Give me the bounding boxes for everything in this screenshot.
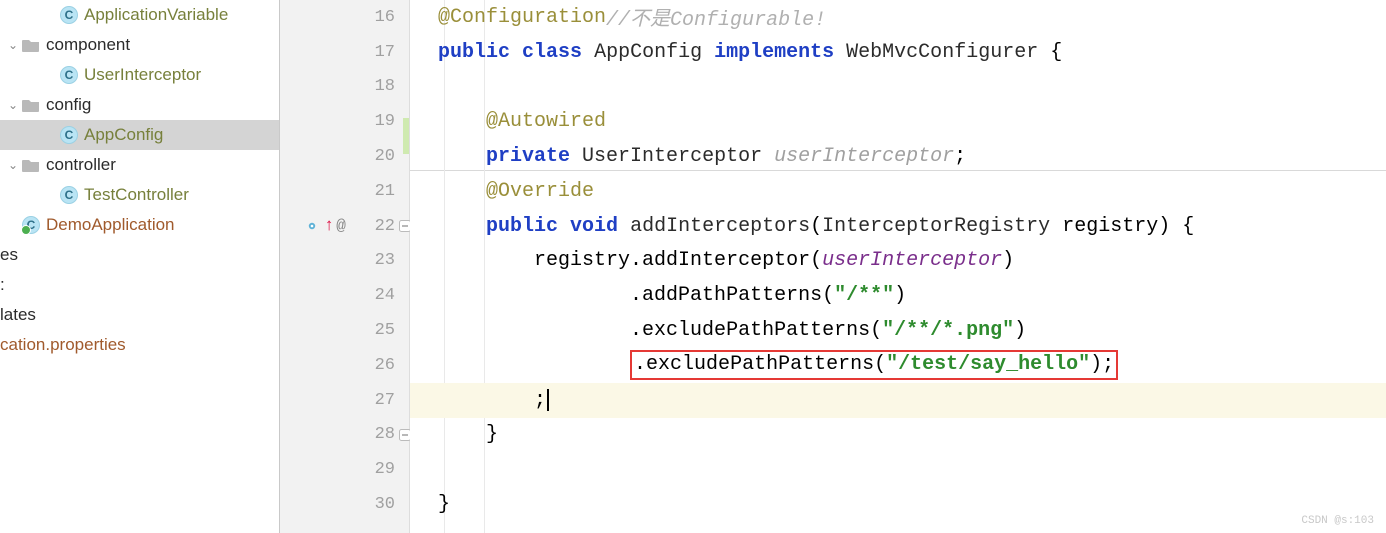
line-number: 17	[375, 43, 395, 62]
line-number: 18	[375, 77, 395, 96]
tree-item-truncated[interactable]: :	[0, 270, 279, 300]
gutter-line[interactable]: 16	[280, 0, 409, 35]
tree-item-label: component	[46, 35, 130, 55]
annotation: @Configuration	[438, 6, 606, 29]
folder-icon	[22, 158, 40, 172]
tree-folder[interactable]: ⌄ controller	[0, 150, 279, 180]
tree-class[interactable]: C TestController	[0, 180, 279, 210]
code-line: public void addInterceptors(InterceptorR…	[410, 209, 1386, 244]
class-icon: C	[60, 6, 78, 24]
tree-item-truncated[interactable]: lates	[0, 300, 279, 330]
code-line	[410, 70, 1386, 105]
gutter-line[interactable]: 19	[280, 104, 409, 139]
tree-item-label: DemoApplication	[46, 215, 175, 235]
code-line: @Configuration//不是Configurable!	[410, 0, 1386, 35]
gutter-line[interactable]: 30	[280, 487, 409, 522]
tree-class[interactable]: C DemoApplication	[0, 210, 279, 240]
text-cursor	[547, 389, 549, 411]
tree-item-label: TestController	[84, 185, 189, 205]
code-line: .addPathPatterns("/**")	[410, 278, 1386, 313]
line-number: 25	[375, 321, 395, 340]
gutter-line[interactable]: 28	[280, 418, 409, 453]
ide-root: C ApplicationVariable ⌄ component C UserInter…	[0, 0, 1386, 533]
code-line: }	[410, 418, 1386, 453]
gutter-line[interactable]: ↑@ 22	[280, 209, 409, 244]
tree-class[interactable]: C UserInterceptor	[0, 60, 279, 90]
tree-item-label: controller	[46, 155, 116, 175]
class-icon: C	[60, 186, 78, 204]
gutter-line[interactable]: 25	[280, 313, 409, 348]
tree-item-label: AppConfig	[84, 125, 163, 145]
code-line: }	[410, 487, 1386, 522]
line-number: 27	[375, 391, 395, 410]
chevron-down-icon: ⌄	[6, 158, 20, 172]
tree-item-label: UserInterceptor	[84, 65, 201, 85]
gutter-line[interactable]: 21	[280, 174, 409, 209]
code-line: private UserInterceptor userInterceptor;	[410, 139, 1386, 174]
gutter-line[interactable]: 23	[280, 244, 409, 279]
tree-item-label: es	[0, 245, 18, 265]
project-tree[interactable]: C ApplicationVariable ⌄ component C UserInter…	[0, 0, 280, 533]
tree-class[interactable]: C ApplicationVariable	[0, 0, 279, 30]
gutter-line[interactable]: 26	[280, 348, 409, 383]
line-number: 16	[375, 8, 395, 27]
line-number: 19	[375, 112, 395, 131]
gutter-line[interactable]: 24	[280, 278, 409, 313]
code-editor[interactable]: @Configuration//不是Configurable! public c…	[410, 0, 1386, 533]
line-number: 24	[375, 286, 395, 305]
annotation: @Override	[486, 180, 594, 203]
code-line: @Autowired	[410, 104, 1386, 139]
gutter-line[interactable]: 18	[280, 70, 409, 105]
highlighted-code-box: .excludePathPatterns("/test/say_hello");	[630, 350, 1118, 380]
tree-folder[interactable]: ⌄ component	[0, 30, 279, 60]
code-line	[410, 452, 1386, 487]
tree-item-label: lates	[0, 305, 36, 325]
code-line: public class AppConfig implements WebMvc…	[410, 35, 1386, 70]
line-number: 20	[375, 147, 395, 166]
gutter-line[interactable]: 27	[280, 383, 409, 418]
line-number: 28	[375, 425, 395, 444]
code-line: registry.addInterceptor(userInterceptor)	[410, 244, 1386, 279]
class-icon: C	[22, 216, 40, 234]
folder-icon	[22, 98, 40, 112]
code-line: .excludePathPatterns("/**/*.png")	[410, 313, 1386, 348]
watermark: CSDN @s:103	[1301, 515, 1374, 527]
chevron-down-icon: ⌄	[6, 98, 20, 112]
folder-icon	[22, 38, 40, 52]
code-line: @Override	[410, 174, 1386, 209]
annotation: @Autowired	[486, 110, 606, 133]
code-line-current: ;	[410, 383, 1386, 418]
gutter-line[interactable]: 20	[280, 139, 409, 174]
tree-item-truncated[interactable]: cation.properties	[0, 330, 279, 360]
tree-item-label: cation.properties	[0, 335, 126, 355]
class-icon: C	[60, 66, 78, 84]
line-number: 30	[375, 495, 395, 514]
line-number: 23	[375, 251, 395, 270]
gutter-line[interactable]: 17	[280, 35, 409, 70]
comment: //不是Configurable!	[606, 2, 826, 32]
code-gutter[interactable]: 16 17 18 19 20 21 ↑@ 22 23 24 25 26 27 28 29 30	[280, 0, 410, 533]
class-icon: C	[60, 126, 78, 144]
override-marker[interactable]: ↑@	[308, 217, 346, 236]
tree-folder[interactable]: ⌄ config	[0, 90, 279, 120]
tree-item-truncated[interactable]: es	[0, 240, 279, 270]
tree-item-label: config	[46, 95, 91, 115]
line-number: 29	[375, 460, 395, 479]
code-line: .excludePathPatterns("/test/say_hello");	[410, 348, 1386, 383]
line-number: 26	[375, 356, 395, 375]
line-number: 21	[375, 182, 395, 201]
chevron-down-icon: ⌄	[6, 38, 20, 52]
tree-item-label: ApplicationVariable	[84, 5, 228, 25]
tree-class[interactable]: C AppConfig	[0, 120, 279, 150]
tree-item-label: :	[0, 275, 5, 295]
gutter-line[interactable]: 29	[280, 452, 409, 487]
line-number: 22	[375, 217, 395, 236]
